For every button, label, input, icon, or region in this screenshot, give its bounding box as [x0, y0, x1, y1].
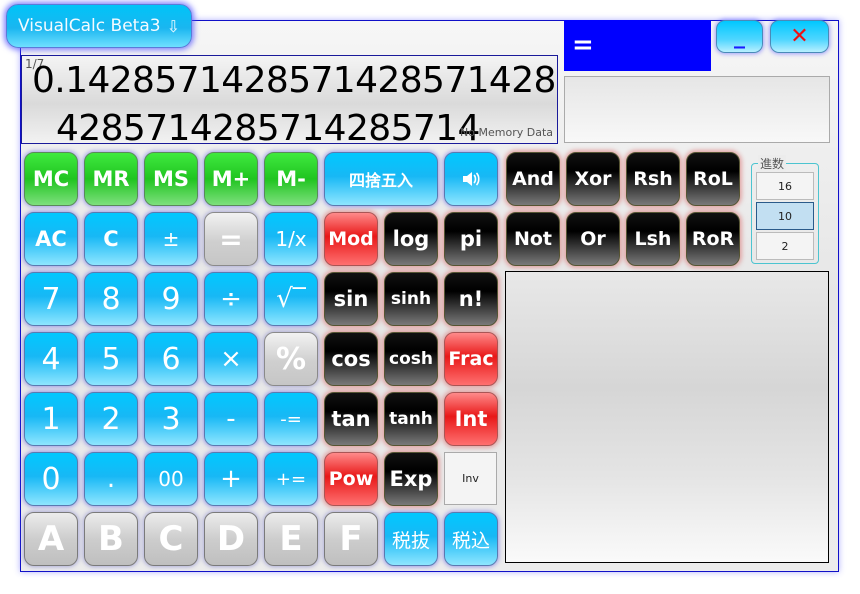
sin-button[interactable]: sin: [324, 272, 378, 326]
pow-button[interactable]: Pow: [324, 452, 378, 506]
inverse-toggle[interactable]: Inv: [444, 452, 497, 505]
speaker-icon: [463, 172, 480, 186]
rol-button[interactable]: RoL: [686, 152, 740, 206]
xor-button[interactable]: Xor: [566, 152, 620, 206]
digit-4-button[interactable]: 4: [24, 332, 78, 386]
digit-1-button[interactable]: 1: [24, 392, 78, 446]
cosh-button[interactable]: cosh: [384, 332, 438, 386]
tax-include-button[interactable]: 税込: [444, 512, 498, 566]
tan-button[interactable]: tan: [324, 392, 378, 446]
app-title: VisualCalc Beta3: [18, 16, 161, 36]
main-display: 1/7 0.1428571428571428571428571 42857142…: [21, 55, 558, 144]
hex-d-button[interactable]: D: [204, 512, 258, 566]
ms-button[interactable]: MS: [144, 152, 198, 206]
multiply-button[interactable]: ×: [204, 332, 258, 386]
app-title-button[interactable]: VisualCalc Beta3 ⇩: [6, 4, 192, 48]
equals-button[interactable]: =: [204, 212, 258, 266]
not-button[interactable]: Not: [506, 212, 560, 266]
lsh-button[interactable]: Lsh: [626, 212, 680, 266]
minimize-button[interactable]: _: [716, 20, 763, 53]
result-list[interactable]: [505, 271, 829, 563]
divide-button[interactable]: ÷: [204, 272, 258, 326]
sound-button[interactable]: [444, 152, 498, 206]
plus-minus-button[interactable]: ±: [144, 212, 198, 266]
digit-2-button[interactable]: 2: [84, 392, 138, 446]
hex-e-button[interactable]: E: [264, 512, 318, 566]
down-arrow-icon: ⇩: [166, 16, 180, 36]
percent-button[interactable]: %: [264, 332, 318, 386]
operator-display: =: [564, 20, 711, 71]
subtract-button[interactable]: -: [204, 392, 258, 446]
mr-button[interactable]: MR: [84, 152, 138, 206]
hex-a-button[interactable]: A: [24, 512, 78, 566]
or-button[interactable]: Or: [566, 212, 620, 266]
factorial-button[interactable]: n!: [444, 272, 498, 326]
tax-exclude-button[interactable]: 税抜: [384, 512, 438, 566]
cos-button[interactable]: cos: [324, 332, 378, 386]
mc-button[interactable]: MC: [24, 152, 78, 206]
digit-7-button[interactable]: 7: [24, 272, 78, 326]
close-button[interactable]: ✕: [770, 20, 829, 53]
subtract-equals-button[interactable]: -=: [264, 392, 318, 446]
display-value-line2: 4285714285714285714: [56, 108, 480, 144]
radix-10-button[interactable]: 10: [756, 202, 814, 230]
frac-button[interactable]: Frac: [444, 332, 498, 386]
hex-c-button[interactable]: C: [144, 512, 198, 566]
digit-8-button[interactable]: 8: [84, 272, 138, 326]
hex-f-button[interactable]: F: [324, 512, 378, 566]
rsh-button[interactable]: Rsh: [626, 152, 680, 206]
ror-button[interactable]: RoR: [686, 212, 740, 266]
tanh-button[interactable]: tanh: [384, 392, 438, 446]
radix-label: 進数: [758, 155, 787, 172]
hex-b-button[interactable]: B: [84, 512, 138, 566]
radix-2-button[interactable]: 2: [756, 232, 814, 260]
radix-16-button[interactable]: 16: [756, 172, 814, 200]
sqrt-button[interactable]: √‾: [264, 272, 318, 326]
round-button[interactable]: 四捨五入: [324, 152, 438, 206]
digit-5-button[interactable]: 5: [84, 332, 138, 386]
digit-3-button[interactable]: 3: [144, 392, 198, 446]
digit-9-button[interactable]: 9: [144, 272, 198, 326]
m-minus-button[interactable]: M-: [264, 152, 318, 206]
int-button[interactable]: Int: [444, 392, 498, 446]
and-button[interactable]: And: [506, 152, 560, 206]
history-display: [564, 76, 830, 143]
decimal-button[interactable]: .: [84, 452, 138, 506]
pi-button[interactable]: pi: [444, 212, 498, 266]
sinh-button[interactable]: sinh: [384, 272, 438, 326]
add-equals-button[interactable]: +=: [264, 452, 318, 506]
all-clear-button[interactable]: AC: [24, 212, 78, 266]
reciprocal-button[interactable]: 1/x: [264, 212, 318, 266]
m-plus-button[interactable]: M+: [204, 152, 258, 206]
mod-button[interactable]: Mod: [324, 212, 378, 266]
log-button[interactable]: log: [384, 212, 438, 266]
clear-button[interactable]: C: [84, 212, 138, 266]
exp-button[interactable]: Exp: [384, 452, 438, 506]
display-value-line1: 0.1428571428571428571428571: [32, 60, 557, 101]
memory-status: No Memory Data: [460, 126, 553, 139]
digit-6-button[interactable]: 6: [144, 332, 198, 386]
add-button[interactable]: +: [204, 452, 258, 506]
double-zero-button[interactable]: 00: [144, 452, 198, 506]
digit-0-button[interactable]: 0: [24, 452, 78, 506]
